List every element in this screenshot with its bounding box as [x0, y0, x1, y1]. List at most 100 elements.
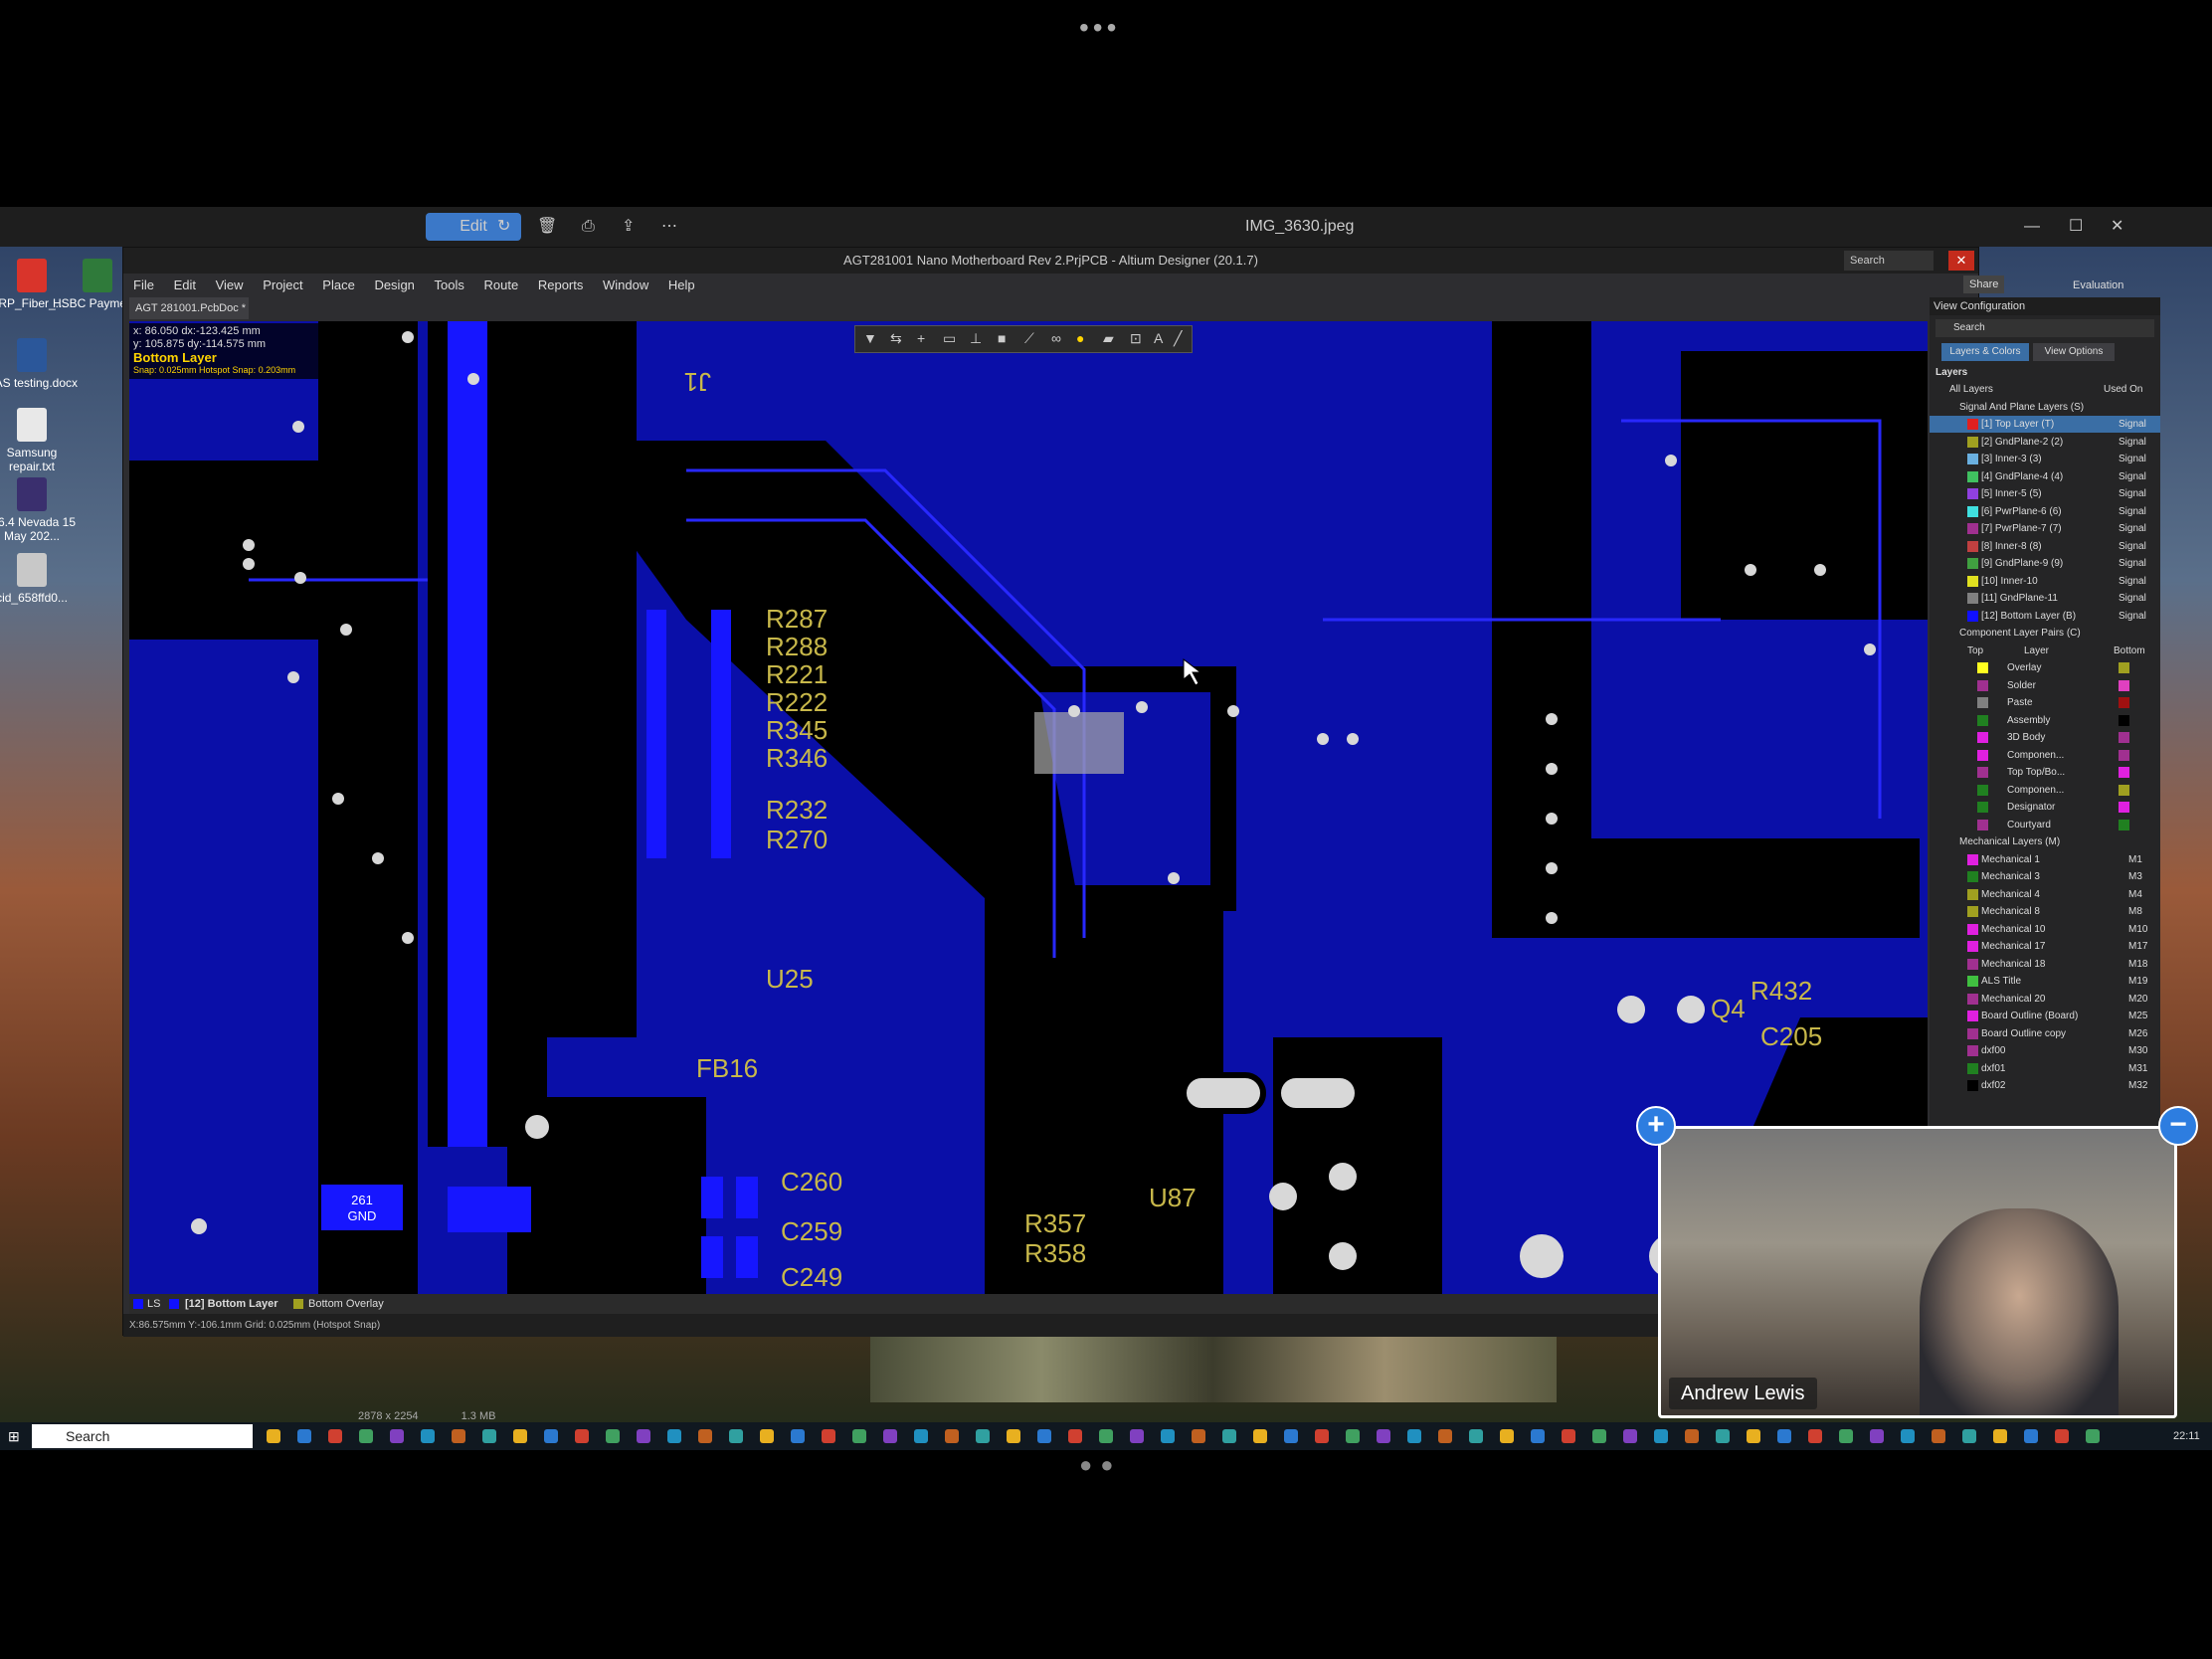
taskbar-app-icon[interactable]	[791, 1429, 805, 1443]
taskbar-app-icon[interactable]	[513, 1429, 527, 1443]
altium-close-icon[interactable]: ✕	[1948, 251, 1974, 271]
color-swatch[interactable]	[1967, 871, 1978, 882]
taskbar-app-icon[interactable]	[1192, 1429, 1205, 1443]
color-swatch[interactable]	[1967, 558, 1978, 569]
desktop-icon[interactable]: DAS testing.docx	[0, 338, 82, 390]
taskbar-app-icon[interactable]	[1130, 1429, 1144, 1443]
color-swatch[interactable]	[1977, 767, 1988, 778]
color-swatch[interactable]	[2119, 802, 2129, 813]
color-swatch[interactable]	[1967, 575, 1978, 587]
mech-layer-row[interactable]: dxf02 M32	[1930, 1077, 2160, 1094]
taskbar-app-icon[interactable]	[1222, 1429, 1236, 1443]
color-swatch[interactable]	[1967, 993, 1978, 1005]
taskbar-app-icon[interactable]	[852, 1429, 866, 1443]
layer-row[interactable]: [5] Inner-5 (5) Signal	[1930, 485, 2160, 502]
pair-row[interactable]: Overlay	[1930, 659, 2160, 676]
filter-icon[interactable]: ▼	[863, 330, 877, 346]
pair-row[interactable]: Componen...	[1930, 747, 2160, 764]
color-swatch[interactable]	[1967, 610, 1978, 622]
document-tab[interactable]: AGT 281001.PcbDoc *	[129, 297, 249, 319]
desktop-icon[interactable]: Samsung repair.txt	[0, 408, 82, 473]
taskbar-app-icon[interactable]	[914, 1429, 928, 1443]
taskbar-app-icon[interactable]	[575, 1429, 589, 1443]
color-swatch[interactable]	[1967, 853, 1978, 865]
taskbar-app-icon[interactable]	[760, 1429, 774, 1443]
taskbar-app-icon[interactable]	[637, 1429, 650, 1443]
color-swatch[interactable]	[1977, 749, 1988, 761]
taskbar-app-icon[interactable]	[729, 1429, 743, 1443]
color-swatch[interactable]	[2119, 732, 2129, 743]
layer-row[interactable]: [2] GndPlane-2 (2) Signal	[1930, 434, 2160, 451]
via-icon[interactable]: ●	[1076, 330, 1084, 346]
close-icon[interactable]: ✕	[2111, 213, 2123, 241]
taskbar-app-icon[interactable]	[667, 1429, 681, 1443]
taskbar-app-icon[interactable]	[1315, 1429, 1329, 1443]
taskbar-app-icon[interactable]	[2055, 1429, 2069, 1443]
taskbar-app-icon[interactable]	[1870, 1429, 1884, 1443]
panel-search[interactable]: Search	[1936, 319, 2154, 337]
delete-icon[interactable]: 🗑	[537, 213, 557, 241]
color-swatch[interactable]	[1977, 732, 1988, 743]
menu-file[interactable]: File	[133, 277, 154, 292]
color-swatch[interactable]	[1967, 488, 1978, 499]
taskbar-app-icon[interactable]	[1253, 1429, 1267, 1443]
color-swatch[interactable]	[1967, 523, 1978, 534]
pair-row[interactable]: Top Top/Bo...	[1930, 764, 2160, 781]
color-swatch[interactable]	[2119, 697, 2129, 708]
taskbar-app-icon[interactable]	[698, 1429, 712, 1443]
taskbar-app-icon[interactable]	[2024, 1429, 2038, 1443]
taskbar-search[interactable]: Search	[32, 1424, 253, 1448]
layer-set-tab[interactable]: LS	[147, 1294, 160, 1314]
color-swatch[interactable]	[1977, 819, 1988, 830]
pair-row[interactable]: Paste	[1930, 694, 2160, 711]
color-swatch[interactable]	[1967, 505, 1978, 517]
taskbar-app-icon[interactable]	[1777, 1429, 1791, 1443]
text-icon[interactable]: A	[1154, 330, 1163, 346]
bottom-layer-tab[interactable]: [12] Bottom Layer	[185, 1294, 278, 1314]
taskbar-app-icon[interactable]	[606, 1429, 620, 1443]
layer-row[interactable]: [12] Bottom Layer (B) Signal	[1930, 608, 2160, 625]
mech-layer-row[interactable]: Mechanical 1 M1	[1930, 851, 2160, 868]
color-swatch[interactable]	[2119, 679, 2129, 691]
color-swatch[interactable]	[1967, 888, 1978, 900]
menu-route[interactable]: Route	[484, 277, 519, 292]
taskbar-app-icon[interactable]	[1685, 1429, 1699, 1443]
menu-reports[interactable]: Reports	[538, 277, 584, 292]
pair-row[interactable]: Solder	[1930, 677, 2160, 694]
color-swatch[interactable]	[1967, 593, 1978, 604]
layers-section-header[interactable]: Layers	[1936, 367, 1967, 378]
color-swatch[interactable]	[1977, 802, 1988, 813]
color-swatch[interactable]	[1967, 941, 1978, 952]
evaluation-label[interactable]: Evaluation	[2073, 274, 2123, 297]
layer-row[interactable]: [6] PwrPlane-6 (6) Signal	[1930, 503, 2160, 520]
color-swatch[interactable]	[1967, 470, 1978, 482]
taskbar-app-icon[interactable]	[1716, 1429, 1730, 1443]
layer-row[interactable]: [10] Inner-10 Signal	[1930, 573, 2160, 590]
mech-layer-row[interactable]: Board Outline (Board) M25	[1930, 1008, 2160, 1024]
color-swatch[interactable]	[2119, 714, 2129, 726]
layer-row[interactable]: [11] GndPlane-11 Signal	[1930, 590, 2160, 607]
dimension-icon[interactable]: ⊡	[1130, 330, 1142, 347]
page-indicator[interactable]: ●●	[1079, 1452, 1122, 1478]
pair-row[interactable]: Assembly	[1930, 712, 2160, 729]
taskbar-app-icon[interactable]	[482, 1429, 496, 1443]
taskbar-app-icon[interactable]	[1068, 1429, 1082, 1443]
menu-place[interactable]: Place	[322, 277, 355, 292]
taskbar-app-icon[interactable]	[1346, 1429, 1360, 1443]
color-swatch[interactable]	[1977, 714, 1988, 726]
select-icon[interactable]: ⇆	[890, 330, 902, 347]
color-swatch[interactable]	[1967, 1011, 1978, 1021]
taskbar-app-icon[interactable]	[976, 1429, 990, 1443]
tab-view-options[interactable]: View Options	[2033, 343, 2115, 361]
layer-row[interactable]: [8] Inner-8 (8) Signal	[1930, 538, 2160, 555]
taskbar-app-icon[interactable]	[359, 1429, 373, 1443]
rotate-icon[interactable]: ↻	[497, 213, 510, 241]
taskbar-app-icon[interactable]	[945, 1429, 959, 1443]
color-swatch[interactable]	[1967, 540, 1978, 552]
color-swatch[interactable]	[1977, 697, 1988, 708]
mech-layer-row[interactable]: Mechanical 8 M8	[1930, 903, 2160, 920]
taskbar-app-icon[interactable]	[1993, 1429, 2007, 1443]
pair-row[interactable]: Courtyard	[1930, 817, 2160, 833]
taskbar-app-icon[interactable]	[1099, 1429, 1113, 1443]
taskbar-app-icon[interactable]	[1531, 1429, 1545, 1443]
